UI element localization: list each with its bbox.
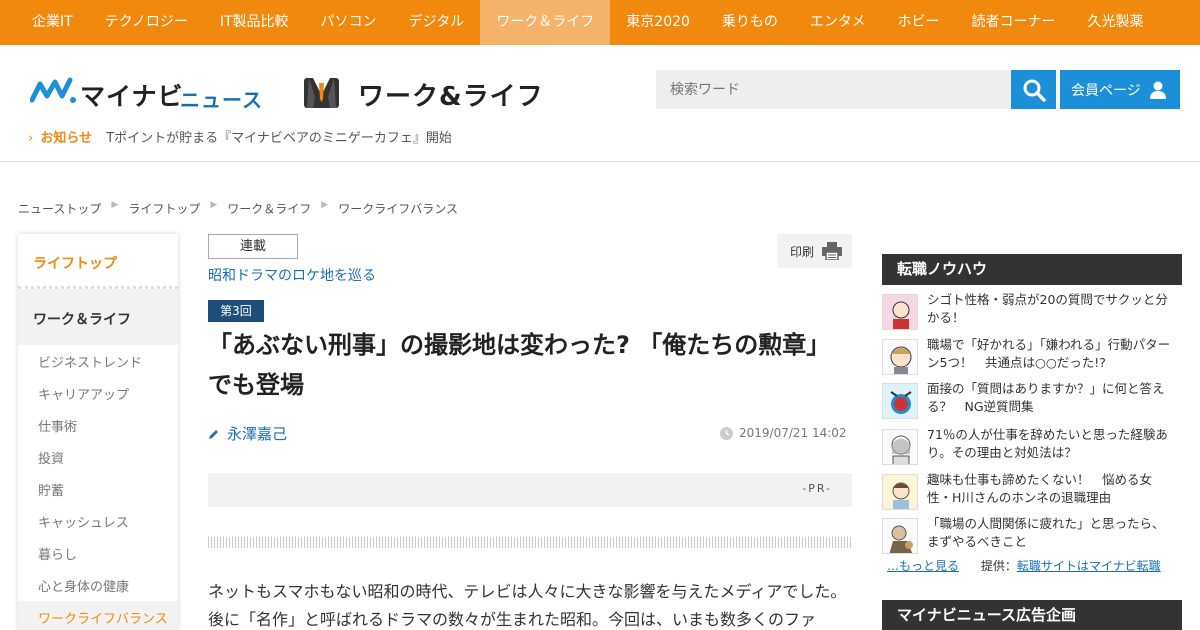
member-page-button[interactable]: 会員ページ [1060, 70, 1180, 109]
career-tip-item[interactable]: 職場で「好かれる」「嫌われる」行動パターン5つ！ 共通点は○○だった!? [882, 335, 1182, 379]
provider-link[interactable]: 転職サイトはマイナビ転職 [1017, 559, 1161, 573]
nav-item-enterprise-it[interactable]: 企業IT [16, 0, 89, 45]
breadcrumb-separator-icon: ▶ [321, 200, 329, 210]
breadcrumb: ニューストップ ▶ ライフトップ ▶ ワーク＆ライフ ▶ ワークライフバランス [18, 200, 458, 217]
search-input[interactable] [656, 70, 1011, 109]
career-tip-title: 71％の人が仕事を辞めたいと思った経験あり。その理由と対処法は？ [927, 427, 1168, 460]
career-tip-item[interactable]: 「職場の人間関係に疲れた」と思ったら、まずやるべきこと [882, 514, 1182, 558]
author-name: 永澤嘉己 [227, 425, 288, 443]
pr-box: -PR- [208, 473, 852, 507]
user-icon [1149, 81, 1166, 99]
breadcrumb-news-top[interactable]: ニューストップ [18, 200, 101, 217]
career-tip-title: シゴト性格・弱点が20の質問でサクッと分かる！ [927, 292, 1168, 325]
brand-logo-text[interactable]: マイナビ [80, 77, 184, 113]
sidebar-item-work-tips[interactable]: 仕事術 [18, 409, 178, 441]
career-tip-item[interactable]: 面接の「質問はありますか？」に何と答える？ NG逆質問集 [882, 379, 1182, 423]
nav-item-hisamitsu[interactable]: 久光製薬 [1072, 0, 1160, 45]
career-tips-heading: 転職ノウハウ [882, 254, 1182, 285]
provided-by-label: 提供： [980, 559, 1017, 573]
section-logo-text[interactable]: ワーク&ライフ [358, 76, 544, 113]
suit-icon [304, 78, 339, 108]
breadcrumb-separator-icon: ▶ [210, 200, 218, 210]
thumbnail-icon [882, 383, 918, 419]
career-tip-title: 趣味も仕事も諦めたくない！ 悩める女性・H川さんのホンネの退職理由 [927, 472, 1153, 505]
breadcrumb-separator-icon: ▶ [111, 200, 119, 210]
nav-item-it-compare[interactable]: IT製品比較 [204, 0, 305, 45]
career-tips-footer: …もっと見る 提供：転職サイトはマイナビ転職 [887, 557, 1161, 574]
series-badge: 連載 [208, 234, 298, 259]
printer-icon [822, 242, 843, 260]
nav-item-entertainment[interactable]: エンタメ [794, 0, 882, 45]
publish-date: 2019/07/21 14:02 [720, 426, 847, 440]
career-tip-title: 面接の「質問はありますか？」に何と答える？ NG逆質問集 [927, 381, 1165, 414]
nav-item-tokyo2020[interactable]: 東京2020 [610, 0, 706, 45]
sidebar-life-top[interactable]: ライフトップ [18, 234, 178, 289]
sidebar-item-living[interactable]: 暮らし [18, 537, 178, 569]
thumbnail-icon [882, 339, 918, 375]
nav-item-reader-corner[interactable]: 読者コーナー [956, 0, 1072, 45]
category-sidebar: ライフトップ ワーク＆ライフ ビジネストレンド キャリアアップ 仕事術 投資 貯… [18, 234, 178, 630]
breadcrumb-work-life[interactable]: ワーク＆ライフ [227, 200, 311, 217]
brand-logo-news[interactable]: ニュース [180, 84, 263, 113]
notice-label: お知らせ [40, 131, 93, 146]
career-tip-item[interactable]: シゴト性格・弱点が20の質問でサクッと分かる！ [882, 290, 1182, 334]
series-title-link[interactable]: 昭和ドラマのロケ地を巡る [208, 265, 376, 285]
article-body: ネットもスマホもない昭和の時代、テレビは人々に大きな影響を与えたメディアでした。… [208, 582, 847, 629]
sidebar-item-savings[interactable]: 貯蓄 [18, 473, 178, 505]
nav-item-pc[interactable]: パソコン [305, 0, 393, 45]
breadcrumb-life-top[interactable]: ライフトップ [128, 200, 200, 217]
sidebar-item-investment[interactable]: 投資 [18, 441, 178, 473]
career-tip-title: 職場で「好かれる」「嫌われる」行動パターン5つ！ 共通点は○○だった!? [927, 337, 1171, 370]
pencil-icon [209, 429, 218, 439]
career-tip-item[interactable]: 71％の人が仕事を辞めたいと思った経験あり。その理由と対処法は？ [882, 425, 1182, 469]
article-headline: 「あぶない刑事」の撮影地は変わった? 「俺たちの勲章」でも登場 [208, 331, 831, 399]
sidebar-item-work-life-balance[interactable]: ワークライフバランス [18, 601, 178, 630]
divider-stripe [208, 537, 852, 548]
search-button[interactable] [1011, 70, 1056, 109]
print-label: 印刷 [790, 244, 815, 259]
author-link[interactable]: 永澤嘉己 [208, 423, 287, 444]
sidebar-item-cashless[interactable]: キャッシュレス [18, 505, 178, 537]
nav-item-hobby[interactable]: ホビー [882, 0, 956, 45]
mynavi-logo-icon[interactable] [30, 76, 78, 106]
notice-bar: › お知らせ Tポイントが貯まる『マイナビベアのミニゲーカフェ』開始 [28, 127, 452, 146]
notice-link[interactable]: Tポイントが貯まる『マイナビベアのミニゲーカフェ』開始 [106, 131, 452, 146]
nav-item-vehicles[interactable]: 乗りもの [706, 0, 794, 45]
career-tip-item[interactable]: 趣味も仕事も諦めたくない！ 悩める女性・H川さんのホンネの退職理由 [882, 470, 1182, 514]
more-link[interactable]: …もっと見る [887, 559, 959, 573]
thumbnail-icon [882, 294, 918, 330]
nav-item-technology[interactable]: テクノロジー [89, 0, 204, 45]
thumbnail-icon [882, 474, 918, 510]
sidebar-item-business-trend[interactable]: ビジネストレンド [18, 345, 178, 377]
nav-item-digital[interactable]: デジタル [393, 0, 481, 45]
ad-project-heading: マイナビニュース広告企画 [882, 600, 1182, 630]
episode-badge: 第3回 [208, 300, 264, 322]
sidebar-item-health[interactable]: 心と身体の健康 [18, 569, 178, 601]
thumbnail-icon [882, 429, 918, 465]
sidebar-category-work-life[interactable]: ワーク＆ライフ [18, 289, 178, 345]
career-tip-title: 「職場の人間関係に疲れた」と思ったら、まずやるべきこと [927, 516, 1165, 549]
publish-date-text: 2019/07/21 14:02 [739, 426, 847, 440]
clock-icon [720, 426, 733, 440]
sidebar-item-career-up[interactable]: キャリアアップ [18, 377, 178, 409]
top-nav: 企業IT テクノロジー IT製品比較 パソコン デジタル ワーク＆ライフ 東京2… [0, 0, 1200, 45]
header-divider [0, 161, 1200, 162]
chevron-right-icon: › [28, 131, 34, 146]
search-icon [1023, 79, 1046, 102]
thumbnail-icon [882, 518, 918, 554]
breadcrumb-work-life-balance[interactable]: ワークライフバランス [338, 200, 458, 217]
member-page-label: 会員ページ [1071, 82, 1141, 99]
print-button[interactable]: 印刷 [777, 234, 852, 268]
nav-item-work-life[interactable]: ワーク＆ライフ [480, 0, 611, 45]
